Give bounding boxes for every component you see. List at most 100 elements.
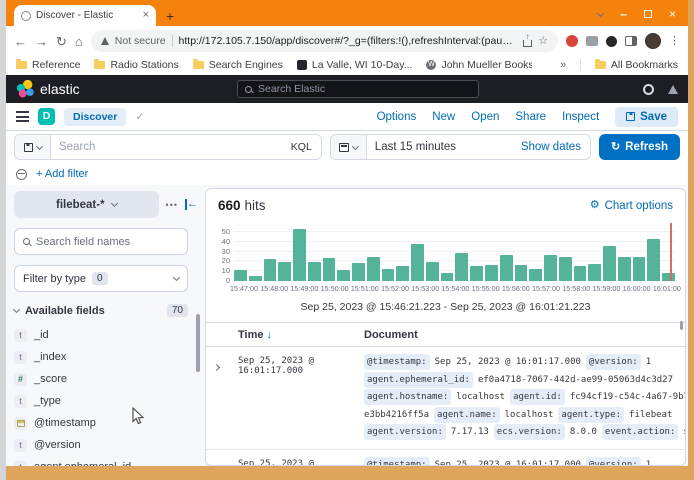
home-icon[interactable]: ⌂ xyxy=(75,35,83,48)
profile-avatar[interactable] xyxy=(645,33,661,49)
histogram-bar[interactable] xyxy=(515,265,528,281)
tab-close-icon[interactable]: × xyxy=(143,10,149,21)
browser-tab[interactable]: Discover - Elastic × xyxy=(14,5,156,26)
bookmark-item[interactable]: La Valle, WI 10-Day... xyxy=(297,59,413,71)
not-secure-label[interactable]: Not secure xyxy=(115,35,166,47)
histogram-bar[interactable] xyxy=(559,257,572,281)
sidebar-scrollbar[interactable] xyxy=(196,314,200,372)
main-menu-icon[interactable] xyxy=(16,111,29,122)
window-menu-chevron-icon[interactable] xyxy=(597,9,604,16)
document-column-header[interactable]: Document xyxy=(364,329,685,341)
adblock-extension-icon[interactable] xyxy=(566,35,578,47)
histogram-bar[interactable] xyxy=(426,262,439,281)
histogram-bar[interactable] xyxy=(352,263,365,281)
histogram-bar[interactable] xyxy=(647,239,660,281)
side-panel-icon[interactable] xyxy=(625,36,637,46)
bookmark-item[interactable]: Search Engines xyxy=(193,59,283,71)
histogram-bar[interactable] xyxy=(293,229,306,281)
histogram-bar[interactable] xyxy=(278,262,291,281)
filter-by-type-dropdown[interactable]: Filter by type 0 xyxy=(14,265,188,292)
query-language-button[interactable]: KQL xyxy=(282,141,321,153)
histogram-bar[interactable] xyxy=(603,246,616,281)
histogram-bar[interactable] xyxy=(308,262,321,281)
open-button[interactable]: Open xyxy=(471,111,499,123)
options-button[interactable]: Options xyxy=(377,111,417,123)
reload-icon[interactable]: ↻ xyxy=(56,35,67,48)
back-icon[interactable]: ← xyxy=(14,35,27,48)
field-item[interactable]: #_score xyxy=(14,368,198,390)
time-range-value[interactable]: Last 15 minutes xyxy=(367,141,512,153)
histogram-bar[interactable] xyxy=(529,269,542,281)
extension-icon[interactable] xyxy=(586,36,598,46)
histogram-bar[interactable] xyxy=(441,273,454,281)
bookmark-item[interactable]: WJohn Mueller Books xyxy=(426,59,532,71)
histogram-bar[interactable] xyxy=(396,266,409,281)
field-item[interactable]: t@version xyxy=(14,434,198,456)
histogram-bar[interactable] xyxy=(544,255,557,282)
share-icon[interactable] xyxy=(523,40,532,47)
url-field[interactable]: Not secure http://172.105.7.150/app/disc… xyxy=(91,30,558,52)
sort-desc-icon[interactable]: ↓ xyxy=(267,329,273,341)
field-item[interactable]: t_index xyxy=(14,346,198,368)
bookmark-item[interactable]: Reference xyxy=(16,59,80,71)
field-search-input[interactable] xyxy=(36,236,179,248)
expand-row-button[interactable] xyxy=(214,354,238,442)
space-badge[interactable]: D xyxy=(38,108,55,125)
time-column-header[interactable]: Time ↓ xyxy=(238,329,364,341)
new-tab-button[interactable]: + xyxy=(166,9,174,23)
bookmark-star-icon[interactable]: ☆ xyxy=(538,36,548,47)
histogram-bar[interactable] xyxy=(264,259,277,281)
histogram-bar[interactable] xyxy=(323,258,336,281)
histogram-bar[interactable] xyxy=(500,255,513,282)
histogram-bar[interactable] xyxy=(234,270,247,281)
histogram-bar[interactable] xyxy=(618,257,631,281)
histogram-bar[interactable] xyxy=(574,266,587,281)
refresh-button[interactable]: ↻ Refresh xyxy=(599,134,680,160)
chart-options-button[interactable]: ⚙ Chart options xyxy=(590,200,673,212)
histogram-bar[interactable] xyxy=(337,270,350,281)
filter-set-icon[interactable] xyxy=(16,169,27,180)
share-button[interactable]: Share xyxy=(515,111,546,123)
forward-icon[interactable]: → xyxy=(35,35,48,48)
histogram-bar[interactable] xyxy=(633,257,646,281)
maximize-button[interactable] xyxy=(644,10,652,18)
url-text[interactable]: http://172.105.7.150/app/discover#/?_g=(… xyxy=(179,35,518,47)
histogram-bar[interactable] xyxy=(382,269,395,281)
global-search-input[interactable]: Search Elastic xyxy=(237,80,479,98)
all-bookmarks-button[interactable]: All Bookmarks xyxy=(595,59,678,71)
field-item[interactable]: t_type xyxy=(14,390,198,412)
field-item[interactable]: @timestamp xyxy=(14,412,198,434)
available-fields-header[interactable]: Available fields 70 xyxy=(14,304,188,317)
elastic-brand[interactable]: elastic xyxy=(16,80,80,98)
save-button[interactable]: Save xyxy=(615,107,678,127)
histogram-bar[interactable] xyxy=(367,257,380,281)
breadcrumb-discover[interactable]: Discover xyxy=(64,108,126,126)
expand-row-button[interactable] xyxy=(214,457,238,467)
browser-menu-icon[interactable]: ⋮ xyxy=(669,36,680,47)
bookmark-item[interactable]: Radio Stations xyxy=(94,59,178,71)
show-dates-button[interactable]: Show dates xyxy=(512,141,590,153)
histogram-bar[interactable] xyxy=(470,266,483,281)
histogram-bar[interactable] xyxy=(588,264,601,281)
doc-table-scrollbar[interactable] xyxy=(680,321,683,330)
histogram-bar[interactable] xyxy=(485,265,498,281)
collapse-sidebar-icon[interactable]: ← xyxy=(185,199,198,210)
inspect-button[interactable]: Inspect xyxy=(562,111,599,123)
add-filter-button[interactable]: + Add filter xyxy=(36,168,88,180)
index-pattern-selector[interactable]: filebeat-* xyxy=(14,191,159,218)
bookmarks-overflow-chevron[interactable]: » xyxy=(560,59,566,71)
field-item[interactable]: t_id xyxy=(14,324,198,346)
saved-query-menu-button[interactable] xyxy=(15,135,51,159)
alerts-icon[interactable] xyxy=(668,85,678,94)
histogram-bar[interactable] xyxy=(662,273,675,281)
not-secure-warning-icon[interactable] xyxy=(101,37,109,45)
histogram-bar[interactable] xyxy=(411,244,424,281)
histogram-bar[interactable] xyxy=(455,253,468,281)
new-button[interactable]: New xyxy=(432,111,455,123)
help-icon[interactable] xyxy=(643,84,654,95)
date-quick-menu-button[interactable] xyxy=(331,135,367,159)
minimize-button[interactable]: – xyxy=(620,8,627,20)
search-input[interactable] xyxy=(51,141,282,153)
close-window-button[interactable]: × xyxy=(669,8,676,20)
histogram-bar[interactable] xyxy=(249,276,262,281)
